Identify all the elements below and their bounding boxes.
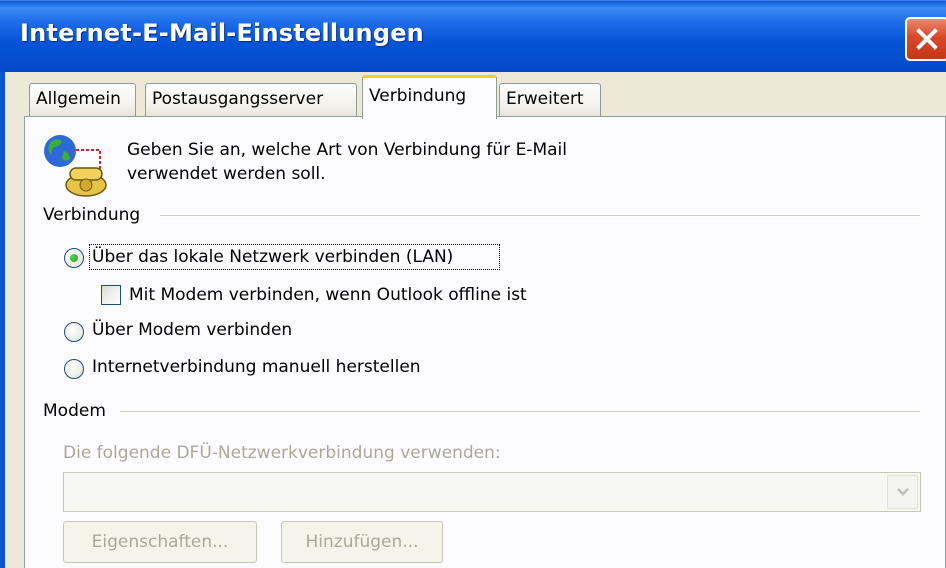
connection-group-label: Verbindung bbox=[43, 205, 141, 225]
group-divider bbox=[160, 215, 920, 217]
tab-erweitert[interactable]: Erweitert bbox=[499, 83, 601, 116]
group-divider bbox=[120, 411, 920, 413]
modem-group-label: Modem bbox=[43, 401, 106, 421]
dialup-label: Die folgende DFÜ-Netzwerkverbindung verw… bbox=[63, 443, 501, 463]
checkbox-modem-offline[interactable] bbox=[101, 285, 121, 305]
tab-label: Postausgangsserver bbox=[152, 89, 324, 109]
description-line-1: Geben Sie an, welche Art von Verbindung … bbox=[127, 140, 567, 160]
radio-lan-label[interactable]: Über das lokale Netzwerk verbinden (LAN) bbox=[92, 247, 453, 267]
description-line-2: verwendet werden soll. bbox=[127, 164, 326, 184]
radio-modem[interactable] bbox=[64, 322, 84, 342]
radio-selected-dot bbox=[70, 254, 78, 262]
tab-label: Allgemein bbox=[36, 89, 121, 109]
dialog-window: Internet-E-Mail-Einstellungen Allgemein … bbox=[0, 0, 946, 568]
tab-label: Verbindung bbox=[369, 86, 467, 106]
properties-button-label: Eigenschaften... bbox=[91, 532, 229, 552]
tab-verbindung[interactable]: Verbindung bbox=[362, 75, 497, 119]
dropdown-button[interactable] bbox=[887, 475, 918, 509]
title-bar[interactable]: Internet-E-Mail-Einstellungen bbox=[0, 0, 946, 73]
window-title: Internet-E-Mail-Einstellungen bbox=[20, 19, 424, 47]
tab-label: Erweitert bbox=[506, 89, 584, 109]
close-icon bbox=[916, 28, 938, 50]
properties-button[interactable]: Eigenschaften... bbox=[63, 521, 257, 563]
chevron-down-icon bbox=[897, 488, 909, 496]
radio-lan[interactable] bbox=[64, 248, 84, 268]
radio-modem-label[interactable]: Über Modem verbinden bbox=[92, 320, 292, 340]
globe-telephone-icon bbox=[44, 135, 107, 197]
add-button-label: Hinzufügen... bbox=[305, 532, 419, 552]
dialup-connection-select[interactable] bbox=[63, 472, 921, 512]
close-button[interactable] bbox=[905, 17, 946, 61]
radio-manual[interactable] bbox=[64, 359, 84, 379]
add-button[interactable]: Hinzufügen... bbox=[281, 521, 443, 563]
checkbox-modem-offline-label[interactable]: Mit Modem verbinden, wenn Outlook offlin… bbox=[129, 285, 527, 305]
tab-postausgangsserver[interactable]: Postausgangsserver bbox=[145, 83, 357, 116]
tab-allgemein[interactable]: Allgemein bbox=[29, 83, 136, 116]
radio-manual-label[interactable]: Internetverbindung manuell herstellen bbox=[92, 357, 421, 377]
